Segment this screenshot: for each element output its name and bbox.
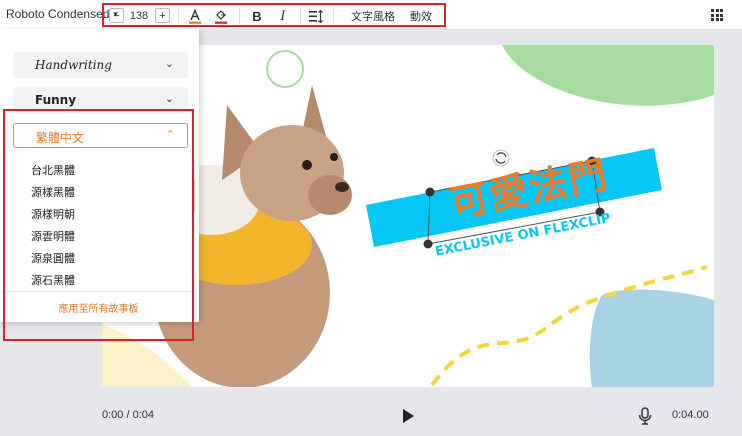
line-spacing-icon [309, 9, 323, 23]
chevron-down-icon: ⌄ [164, 58, 174, 70]
text-color-button[interactable] [187, 8, 203, 24]
resize-handle-tl [425, 187, 435, 197]
green-blob [502, 45, 714, 106]
microphone-icon[interactable] [638, 407, 652, 430]
line-spacing-button[interactable] [308, 8, 324, 24]
bold-button[interactable]: B [248, 8, 266, 24]
highlight-color-button[interactable] [213, 8, 229, 24]
chevron-down-icon: ⌄ [164, 93, 174, 105]
highlight-frame [3, 109, 194, 341]
font-size-value[interactable]: 138 [128, 8, 150, 24]
category-label: Handwriting [35, 58, 112, 72]
font-size-decrease-button[interactable]: − [109, 8, 124, 23]
font-size-increase-button[interactable]: + [155, 8, 170, 23]
resize-handle-bl [423, 239, 433, 249]
top-toolbar: Roboto Condensed ▾ − 138 + B I 文字風格 動效 [0, 0, 742, 30]
apps-grid-icon[interactable] [711, 9, 723, 21]
green-ring [266, 50, 304, 88]
italic-button[interactable]: I [274, 8, 292, 24]
end-time: 0:04.00 [672, 409, 709, 421]
text-style-button[interactable]: 文字風格 [351, 8, 395, 24]
font-family-value: Roboto Condensed [6, 7, 110, 21]
blue-blob [589, 289, 714, 387]
play-icon[interactable] [403, 409, 414, 423]
text-format-toolbar: − 138 + B I 文字風格 動效 [102, 3, 446, 27]
fill-bucket-icon [215, 9, 227, 24]
text-color-icon [189, 8, 201, 24]
animation-button[interactable]: 動效 [408, 8, 434, 24]
category-handwriting[interactable]: Handwriting ⌄ [13, 52, 188, 78]
category-label: Funny [35, 93, 77, 107]
current-time: 0:00 / 0:04 [102, 409, 154, 421]
